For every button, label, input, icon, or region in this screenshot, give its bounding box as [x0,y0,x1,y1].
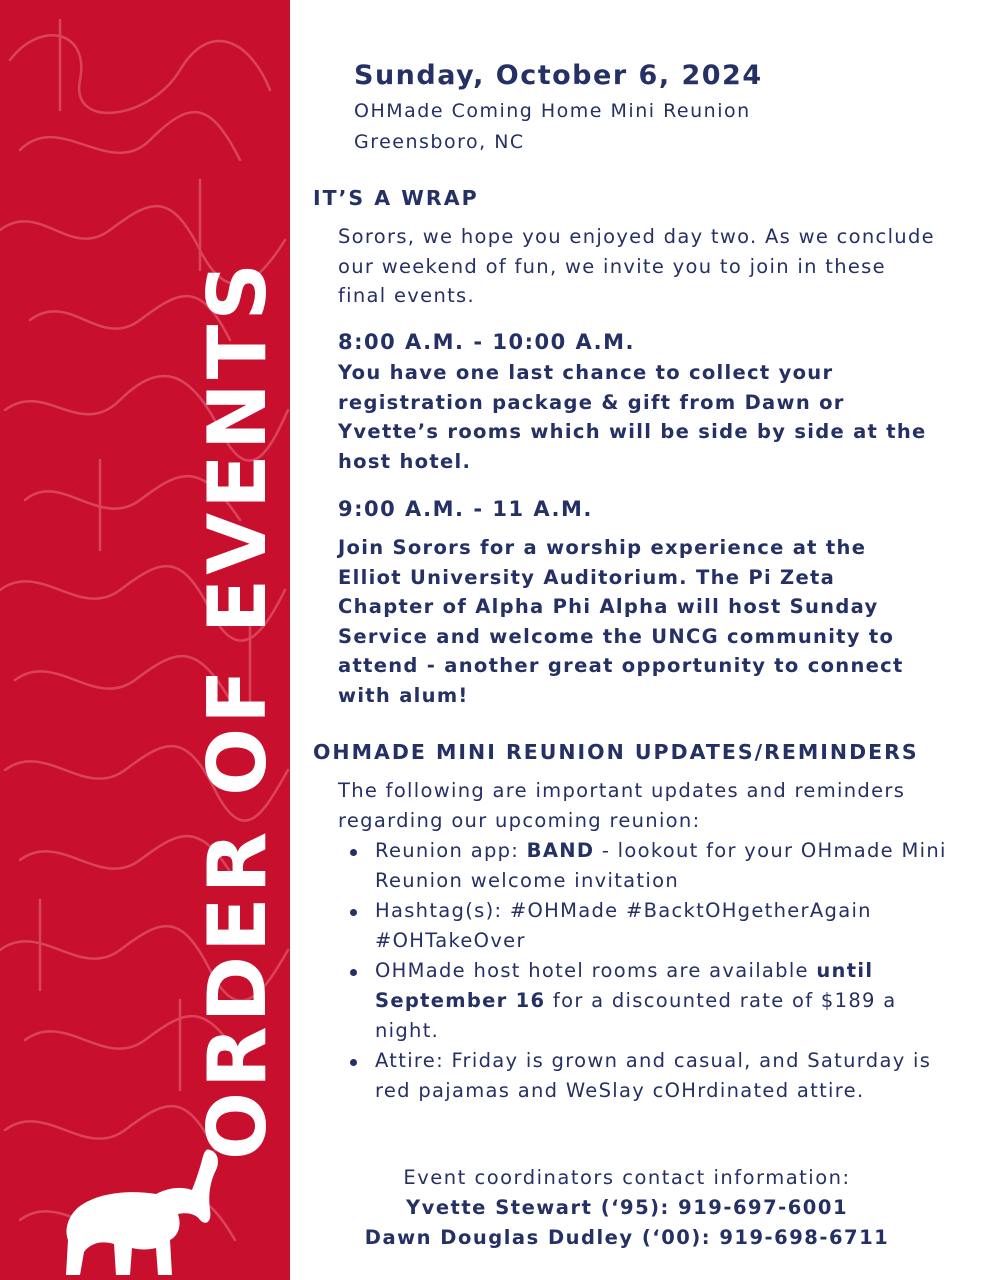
contacts-heading: Event coordinators contact information: [403,1166,851,1189]
list-item: OHMade host hotel rooms are available un… [338,956,948,1046]
updates-heading: OHMADE MINI REUNION UPDATES/REMINDERS [313,740,919,764]
contact-yvette: Yvette Stewart (‘95): 919-697-6001 [405,1196,849,1219]
event-time-2: 9:00 A.M. - 11 A.M. [338,497,593,521]
event-description-2: Join Sorors for a worship experience at … [338,536,904,707]
list-item: Reunion app: BAND - lookout for your OHm… [338,836,948,896]
list-item: Attire: Friday is grown and casual, and … [338,1046,948,1106]
updates-intro: The following are important updates and … [338,779,906,832]
event-description-1: You have one last chance to collect your… [338,361,927,473]
event-time-1: 8:00 A.M. - 10:00 A.M. [338,330,636,354]
sidebar-panel: ORDER OF EVENTS [0,0,290,1280]
elephant-icon [66,1149,218,1275]
event-name: OHMade Coming Home Mini Reunion [354,100,751,122]
updates-list: Reunion app: BAND - lookout for your OHm… [338,836,948,1106]
list-item: Hashtag(s): #OHMade #BacktOHgetherAgain … [338,896,948,956]
contact-dawn: Dawn Douglas Dudley (‘00): 919-698-6711 [364,1226,890,1249]
vertical-title: ORDER OF EVENTS [191,259,284,1160]
event-location: Greensboro, NC [354,131,525,153]
wrap-intro: Sorors, we hope you enjoyed day two. As … [338,225,935,307]
event-date: Sunday, October 6, 2024 [354,60,763,91]
wrap-heading: IT’S A WRAP [313,186,479,210]
